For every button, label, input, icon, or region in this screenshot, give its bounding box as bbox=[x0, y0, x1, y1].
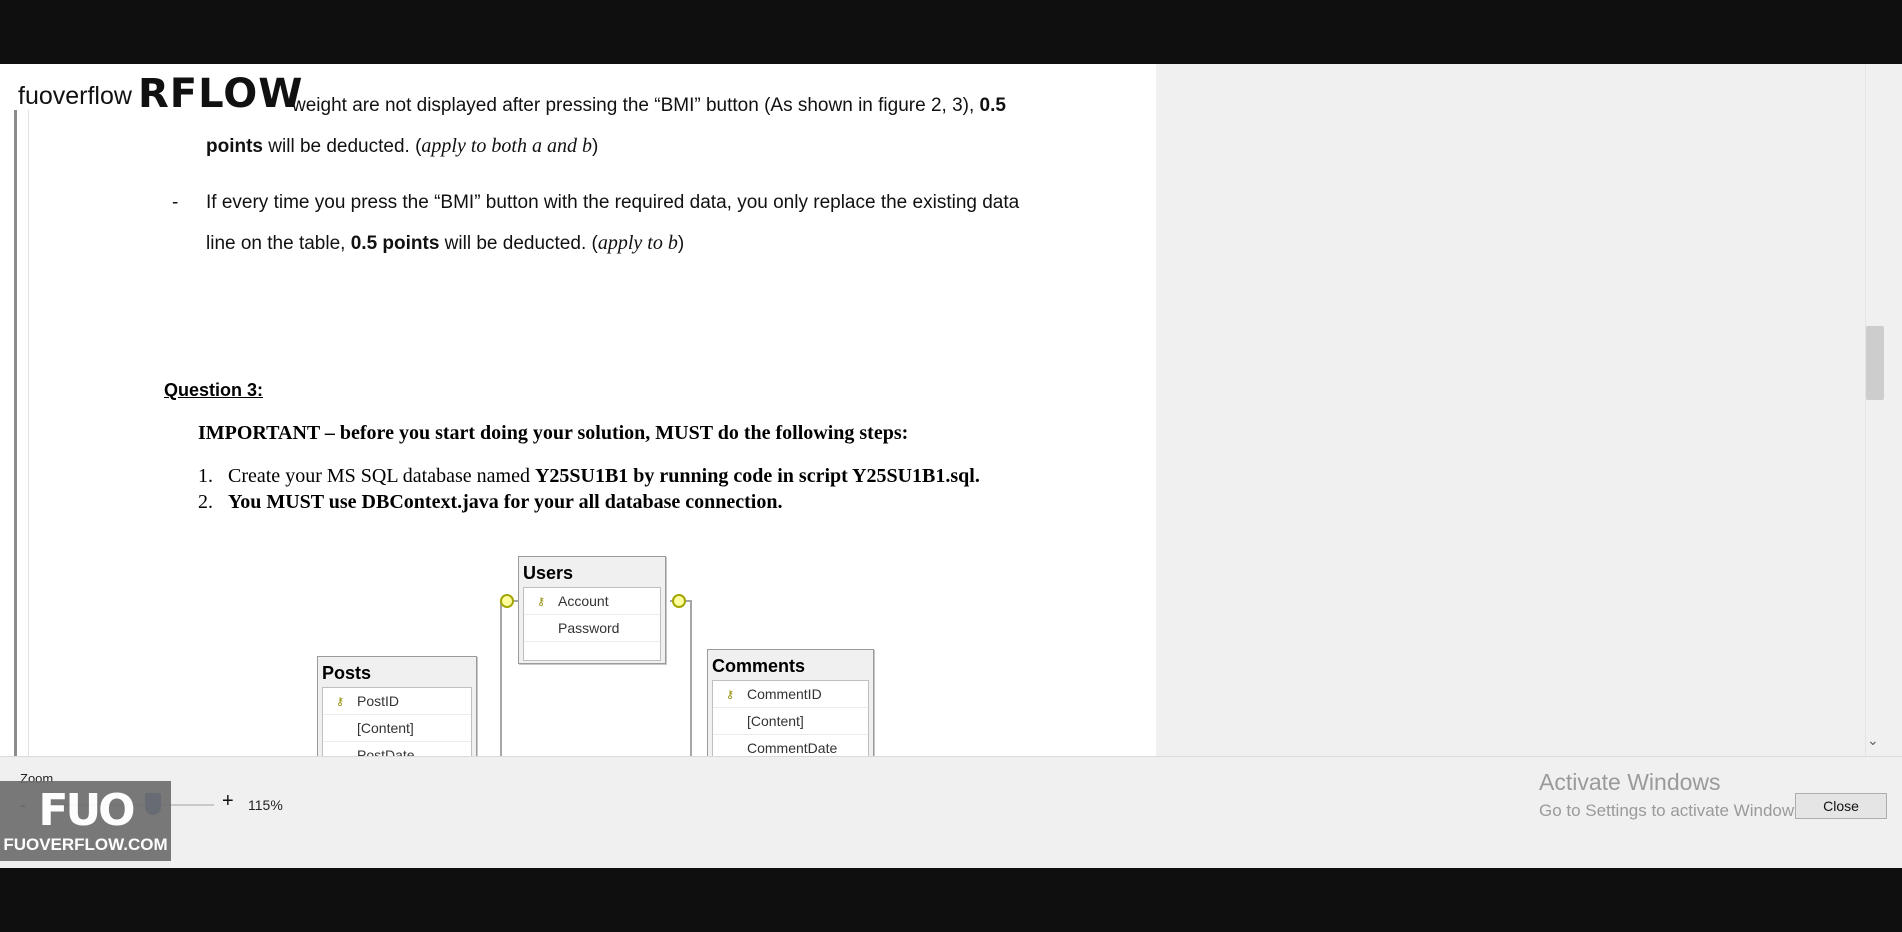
table-posts: Posts ⚷ PostID [Content] PostDate bbox=[317, 656, 477, 756]
close-button[interactable]: Close bbox=[1795, 793, 1887, 819]
watermark-text: fuoverflow bbox=[18, 82, 132, 110]
primary-key-icon: ⚷ bbox=[725, 688, 735, 701]
primary-key-icon: ⚷ bbox=[536, 595, 546, 608]
table-column: [Content] bbox=[713, 708, 868, 735]
zoom-in-button[interactable]: + bbox=[222, 790, 234, 813]
watermark-badge-site: FUOVERFLOW.COM bbox=[3, 835, 168, 854]
watermark-badge-logo: FUO bbox=[38, 785, 135, 836]
table-comments: Comments ⚷ CommentID [Content] CommentDat… bbox=[707, 649, 874, 756]
step-1: 1. Create your MS SQL database named Y25… bbox=[198, 465, 980, 487]
bullet-dash: - bbox=[172, 192, 179, 213]
doc-line-4: line on the table, 0.5 points will be de… bbox=[206, 232, 685, 254]
table-users: Users ⚷ Account Password bbox=[518, 556, 666, 664]
doc-line-2: points will be deducted. (apply to both … bbox=[206, 135, 599, 157]
table-title: Users bbox=[523, 563, 574, 583]
table-columns: ⚷ PostID [Content] PostDate bbox=[322, 687, 472, 756]
table-column: ⚷ CommentID bbox=[713, 681, 868, 708]
zoom-value: 115% bbox=[248, 797, 283, 813]
viewer-window: fuoverflow RFLOW weight are not displaye… bbox=[0, 64, 1902, 868]
scroll-down-icon[interactable]: ⌄ bbox=[1867, 733, 1879, 749]
table-title: Posts bbox=[322, 663, 372, 683]
table-column: [Content] bbox=[323, 715, 471, 742]
relation-line-comments bbox=[690, 600, 692, 756]
relation-endpoint-icon bbox=[500, 594, 514, 608]
watermark-logo: RFLOW bbox=[138, 71, 304, 117]
table-columns: ⚷ CommentID [Content] CommentDate bbox=[712, 680, 869, 756]
scrollbar-thumb[interactable] bbox=[1866, 326, 1884, 400]
page-left-rule bbox=[14, 110, 17, 756]
activation-subtitle: Go to Settings to activate Windows. bbox=[1539, 801, 1808, 820]
table-column: Password bbox=[524, 615, 660, 642]
step-2: 2. You MUST use DBContext.java for your … bbox=[198, 491, 783, 513]
activation-title: Activate Windows bbox=[1539, 769, 1721, 795]
doc-line-3: If every time you press the “BMI” button… bbox=[206, 192, 1020, 213]
relation-line-posts bbox=[500, 600, 502, 756]
bottom-toolbar: Zoom - + 115% FUO FUOVERFLOW.COM Activat… bbox=[0, 756, 1902, 868]
primary-key-icon: ⚷ bbox=[335, 695, 345, 708]
doc-line-1: weight are not displayed after pressing … bbox=[292, 95, 1006, 116]
table-column: PostDate bbox=[323, 742, 471, 756]
table-title: Comments bbox=[712, 656, 806, 676]
vertical-scrollbar[interactable] bbox=[1865, 64, 1902, 756]
viewer-background bbox=[1156, 64, 1865, 756]
page-left-edge bbox=[28, 110, 29, 756]
important-note: IMPORTANT – before you start doing your … bbox=[198, 422, 909, 444]
table-column: ⚷ Account bbox=[524, 588, 660, 615]
relation-endpoint-icon bbox=[672, 594, 686, 608]
document-page: fuoverflow RFLOW weight are not displaye… bbox=[0, 64, 1156, 756]
question-heading: Question 3: bbox=[164, 380, 264, 400]
watermark-badge: FUO FUOVERFLOW.COM bbox=[0, 781, 171, 861]
table-column: ⚷ PostID bbox=[323, 688, 471, 715]
table-column: CommentDate bbox=[713, 735, 868, 756]
table-columns: ⚷ Account Password bbox=[523, 587, 661, 661]
